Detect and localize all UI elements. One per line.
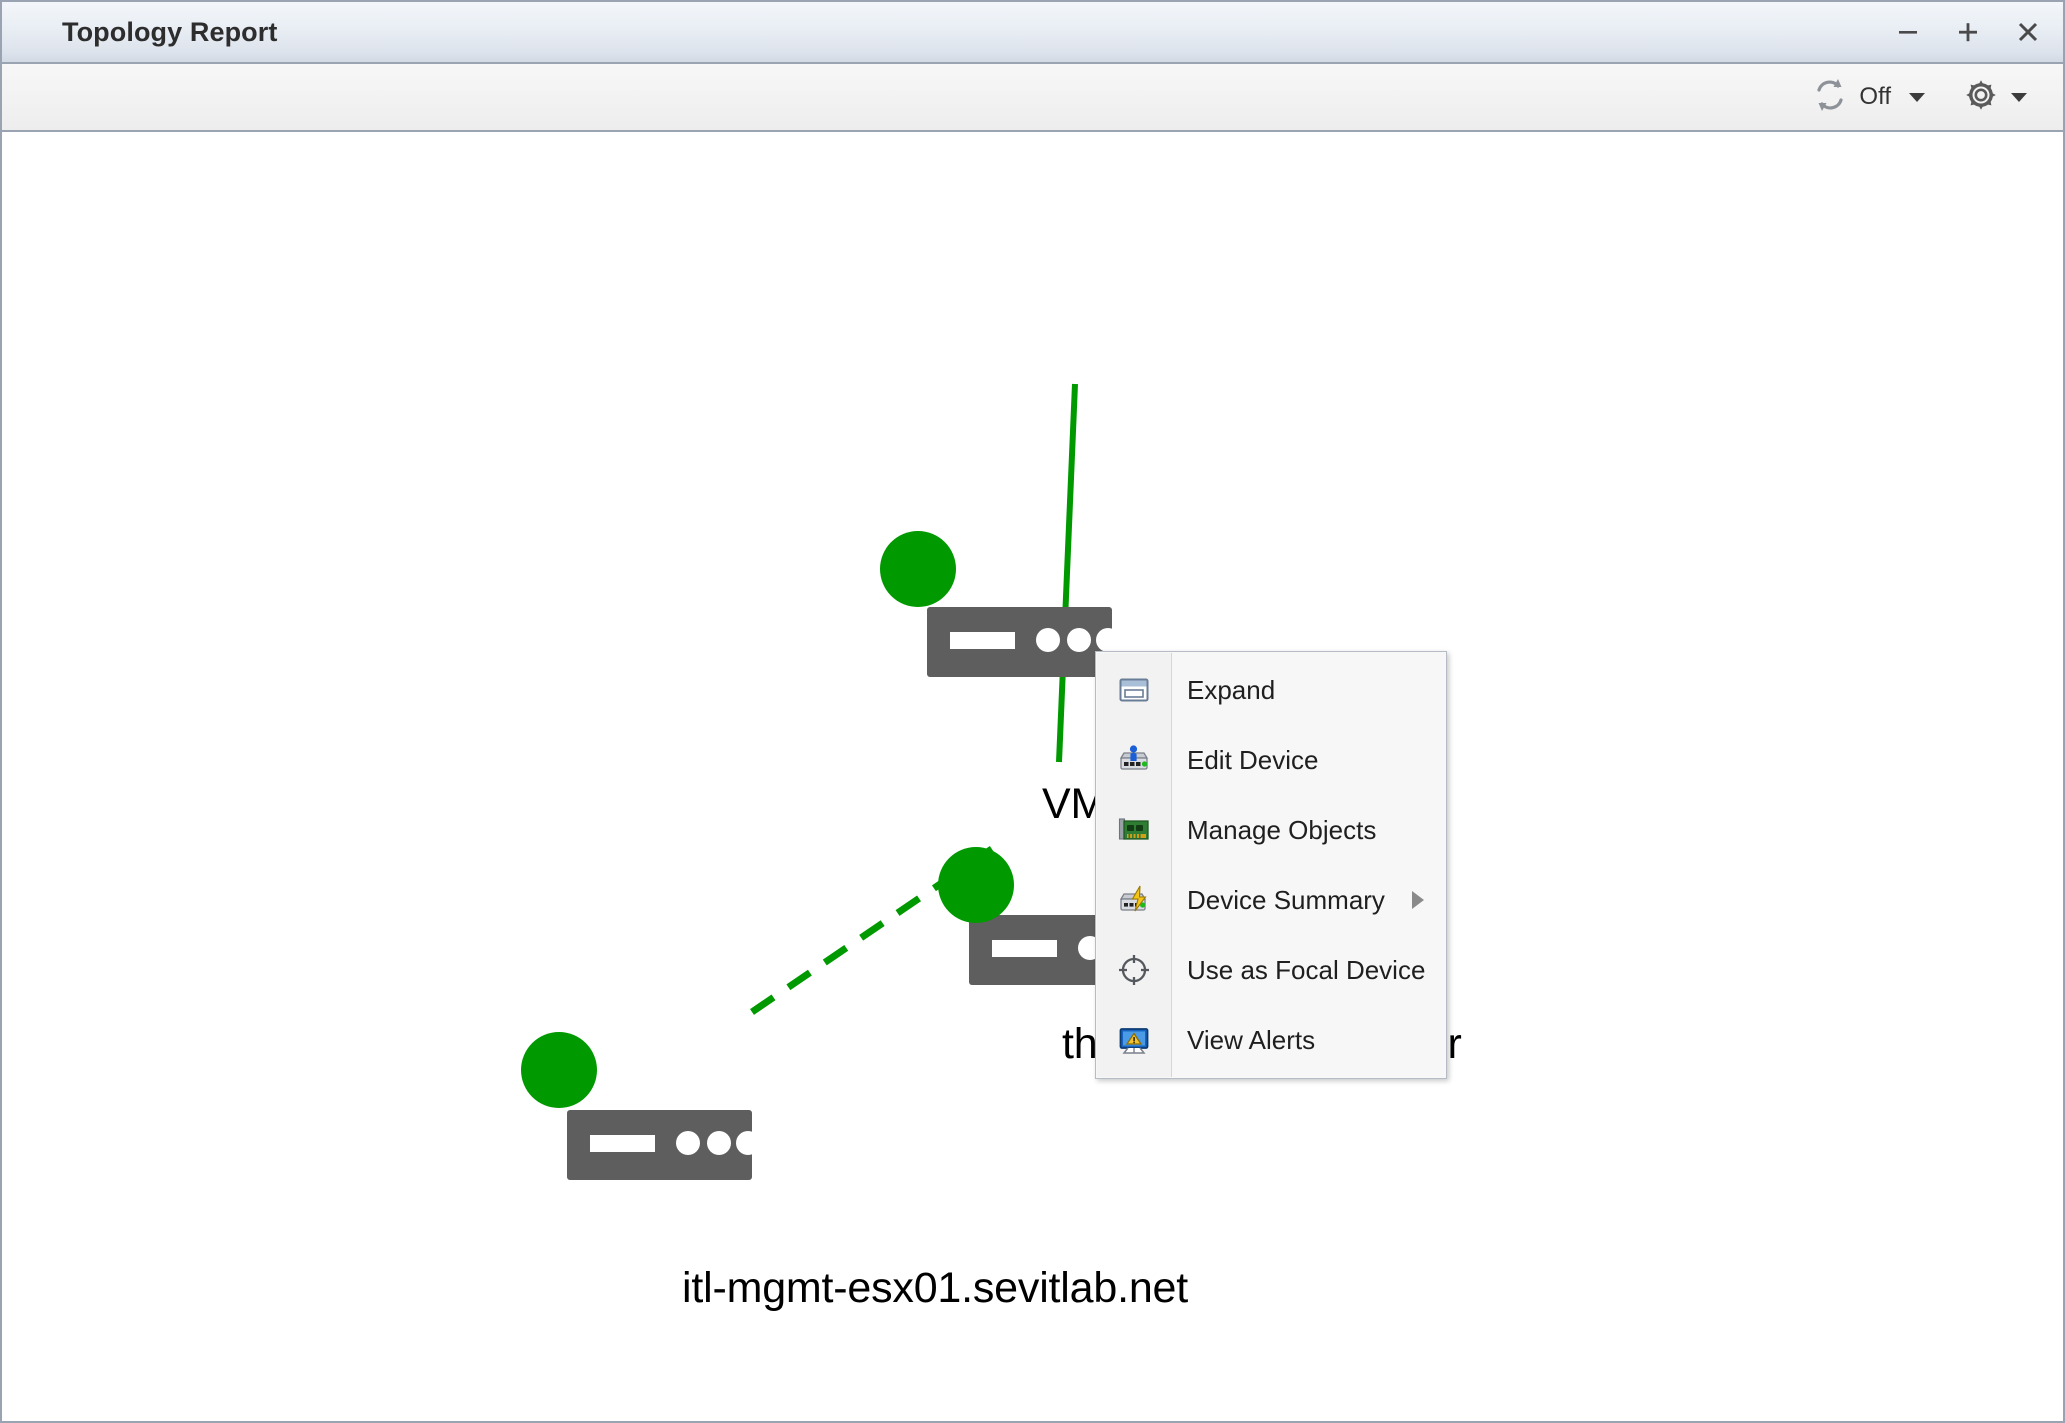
menu-label-expand: Expand [1187,674,1276,705]
menu-label-manage-objects: Manage Objects [1187,814,1377,845]
node-bottom-status-indicator[interactable] [521,1032,597,1108]
menu-label-device-summary: Device Summary [1187,884,1385,915]
device-context-menu[interactable]: Expand Edit Device Manage Objects Device… [1095,651,1447,1079]
minimize-icon [1899,31,1917,34]
node-top-status-indicator[interactable] [880,531,956,607]
menu-item-manage-objects[interactable]: Manage Objects [1096,795,1446,865]
window-title: Topology Report [62,16,278,47]
view-alerts-icon [1096,1020,1171,1060]
edit-device-icon [1096,740,1171,780]
minimize-button[interactable] [1891,15,1925,49]
menu-item-use-as-focal-device[interactable]: Use as Focal Device [1096,935,1446,1005]
menu-label-edit-device: Edit Device [1187,744,1319,775]
network-card-icon [1096,810,1171,850]
node-bottom-label: itl-mgmt-esx01.sevitlab.net [682,1264,1189,1312]
title-bar: Topology Report [2,2,2063,64]
toolbar: Off [2,64,2063,132]
node-top-led-1 [1036,628,1060,652]
refresh-control[interactable]: Off [1805,64,1935,130]
settings-control[interactable] [1957,64,2037,130]
node-middle-status-indicator[interactable] [938,847,1014,923]
menu-label-view-alerts: View Alerts [1187,1024,1316,1055]
node-bottom-led-3 [736,1131,760,1155]
menu-item-expand[interactable]: Expand [1096,655,1446,725]
node-top-led-2 [1067,628,1091,652]
node-middle-slot [992,940,1057,957]
refresh-icon [1811,77,1849,118]
plus-icon [1959,23,1977,42]
topology-canvas[interactable]: VMware ESXi Host 1 the-vcenter-simulator… [2,132,2063,1421]
maximize-button[interactable] [1951,15,1985,49]
submenu-arrow-icon [1412,891,1424,909]
topology-graph [521,383,1162,1180]
settings-dropdown-caret[interactable] [2011,92,2027,102]
node-bottom[interactable] [521,1032,760,1180]
refresh-state-label: Off [1859,83,1891,110]
node-top-slot [950,632,1015,649]
gear-icon [1963,77,1999,118]
refresh-dropdown-caret[interactable] [1909,92,1925,102]
node-top-led-3 [1096,628,1120,652]
node-bottom-led-2 [707,1131,731,1155]
close-icon [2018,22,2038,42]
menu-item-view-alerts[interactable]: View Alerts [1096,1005,1446,1075]
node-top[interactable] [880,531,1120,677]
expand-window-icon [1096,670,1171,710]
crosshair-icon [1096,950,1171,990]
menu-label-use-as-focal-device: Use as Focal Device [1187,954,1426,985]
window-controls [1891,2,2045,62]
link-middle-to-top[interactable] [1056,383,1078,763]
device-summary-icon [1096,880,1171,920]
close-button[interactable] [2011,15,2045,49]
topology-report-window: Topology Report Off itl-mgmt-esx01.sevit… [0,0,2065,1423]
node-bottom-slot [590,1135,655,1152]
menu-item-edit-device[interactable]: Edit Device [1096,725,1446,795]
menu-item-device-summary[interactable]: Device Summary [1096,865,1446,935]
node-bottom-led-1 [676,1131,700,1155]
